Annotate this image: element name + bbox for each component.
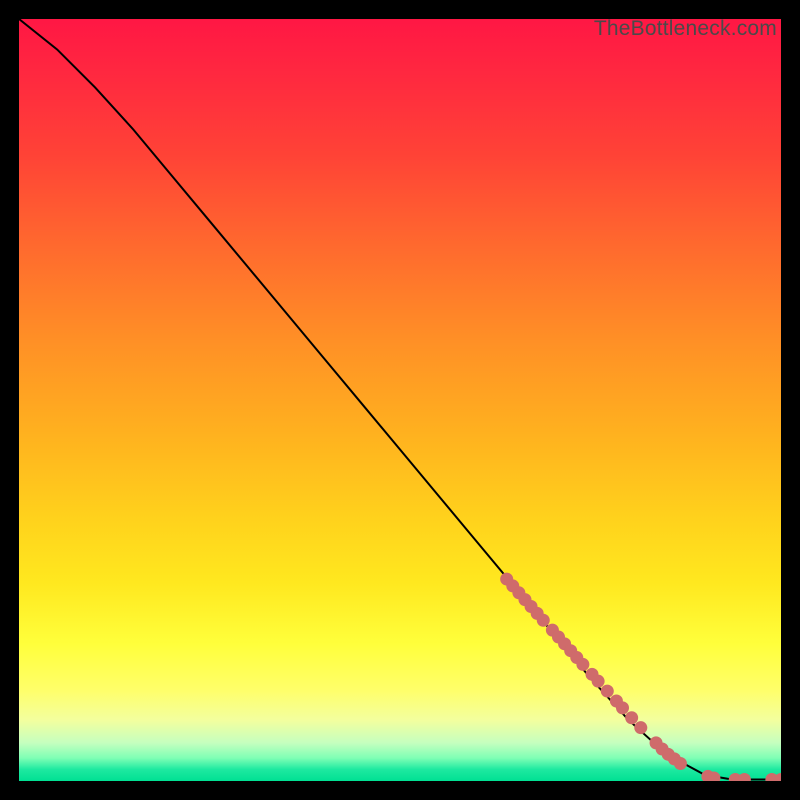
marker-dot	[601, 685, 614, 698]
chart-overlay	[19, 19, 781, 781]
chart-area: TheBottleneck.com	[19, 19, 781, 781]
marker-dots	[500, 573, 781, 781]
curve-path	[19, 19, 781, 779]
watermark-text: TheBottleneck.com	[594, 17, 777, 41]
marker-dot	[592, 675, 605, 688]
curve-line	[19, 19, 781, 779]
marker-dot	[616, 701, 629, 714]
marker-dot	[576, 658, 589, 671]
marker-dot	[674, 757, 687, 770]
marker-dot	[738, 773, 751, 781]
marker-dot	[537, 614, 550, 627]
marker-dot	[625, 711, 638, 724]
marker-dot	[634, 721, 647, 734]
